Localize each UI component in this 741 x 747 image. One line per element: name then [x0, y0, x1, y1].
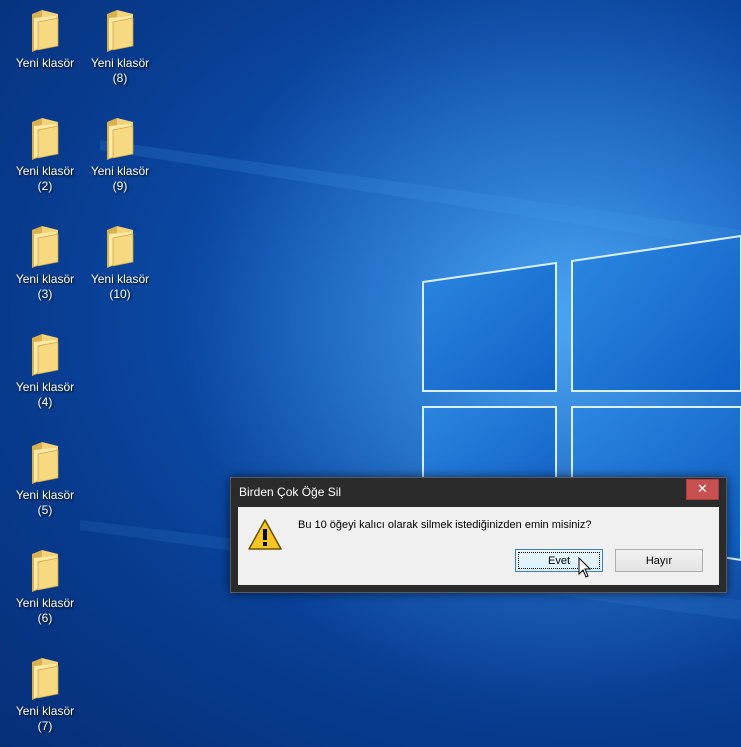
dialog-titlebar[interactable]: Birden Çok Öğe Sil ✕ [231, 478, 726, 506]
folder-icon [32, 442, 59, 484]
folder-icon [32, 658, 59, 700]
desktop-folder-item[interactable]: Yeni klasör (7) [10, 656, 80, 734]
dialog-message: Bu 10 öğeyi kalıcı olarak silmek istediğ… [298, 519, 592, 531]
close-button[interactable]: ✕ [686, 479, 719, 500]
folder-label: Yeni klasör [90, 164, 150, 178]
folder-icon [107, 226, 134, 268]
desktop-folder-item[interactable]: Yeni klasör (5) [10, 440, 80, 518]
dialog-body: Bu 10 öğeyi kalıcı olarak silmek istediğ… [238, 507, 719, 585]
desktop-wallpaper [0, 0, 741, 747]
folder-label: Yeni klasör [15, 380, 75, 394]
desktop-folder-item[interactable]: Yeni klasör (2) [10, 116, 80, 194]
desktop-folder-item[interactable]: Yeni klasör (9) [85, 116, 155, 194]
folder-label-number: (9) [112, 179, 128, 193]
folder-icon [32, 334, 59, 376]
folder-label-number: (7) [37, 719, 53, 733]
folder-label: Yeni klasör [15, 704, 75, 718]
folder-icon [32, 10, 59, 52]
folder-icon [32, 118, 59, 160]
desktop-folder-item[interactable]: Yeni klasör (3) [10, 224, 80, 302]
folder-icon [107, 118, 134, 160]
folder-label-number: (3) [37, 287, 53, 301]
folder-label: Yeni klasör [15, 164, 75, 178]
folder-label: Yeni klasör [90, 272, 150, 286]
desktop-folder-item[interactable]: Yeni klasör (10) [85, 224, 155, 302]
folder-icon [32, 550, 59, 592]
folder-icon [32, 226, 59, 268]
folder-label: Yeni klasör [15, 488, 75, 502]
folder-label-number: (2) [37, 179, 53, 193]
dialog-title: Birden Çok Öğe Sil [239, 485, 342, 499]
no-button[interactable]: Hayır [615, 549, 703, 572]
folder-label: Yeni klasör [15, 272, 75, 286]
close-icon: ✕ [697, 481, 708, 496]
folder-label: Yeni klasör [90, 56, 150, 70]
folder-label-number: (6) [37, 611, 53, 625]
desktop-folder-item[interactable]: Yeni klasör (4) [10, 332, 80, 410]
desktop-folder-item[interactable]: Yeni klasör (6) [10, 548, 80, 626]
folder-icon [107, 10, 134, 52]
folder-label-number: (4) [37, 395, 53, 409]
desktop-folder-item[interactable]: Yeni klasör (8) [85, 8, 155, 86]
folder-label-number: (10) [109, 287, 131, 301]
folder-label-number: (5) [37, 503, 53, 517]
folder-label: Yeni klasör [15, 56, 75, 70]
mouse-cursor-icon [578, 557, 592, 578]
desktop-folder-item[interactable]: Yeni klasör [10, 8, 80, 71]
warning-icon [248, 519, 282, 550]
delete-multiple-items-dialog: Birden Çok Öğe Sil ✕ Bu 10 öğeyi kalıcı … [230, 477, 727, 593]
folder-label-number: (8) [112, 71, 128, 85]
folder-label: Yeni klasör [15, 596, 75, 610]
